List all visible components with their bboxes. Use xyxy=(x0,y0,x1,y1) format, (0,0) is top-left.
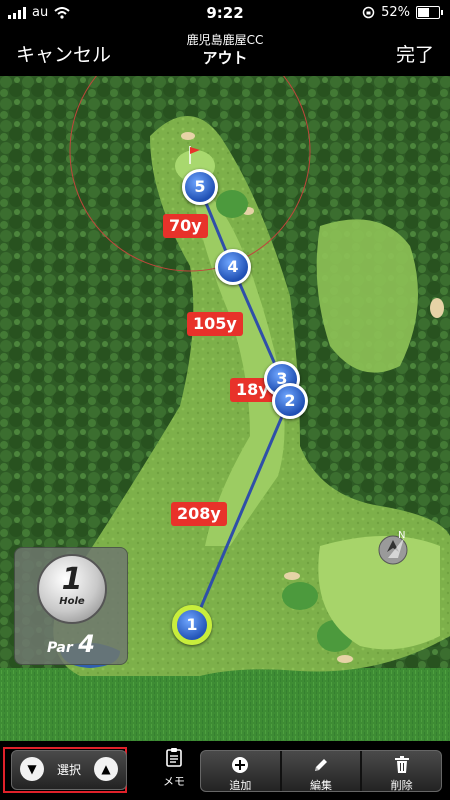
delete-button[interactable]: 削除 xyxy=(360,751,441,792)
add-label: 追加 xyxy=(229,779,252,792)
memo-label: メモ xyxy=(163,775,185,788)
add-button[interactable]: 追加 xyxy=(201,751,280,792)
edit-button-group: 追加 編集 削除 xyxy=(200,750,442,792)
battery-icon xyxy=(416,6,443,19)
pencil-icon xyxy=(315,759,327,771)
hole-map[interactable]: N 70y 105y 18y 208y 5 4 3 2 1 1 Hole Par… xyxy=(0,76,450,741)
edit-label: 編集 xyxy=(310,779,332,792)
clipboard-icon xyxy=(166,748,182,767)
status-bar: au 9:22 52% xyxy=(0,0,450,26)
nav-title: 鹿児島鹿屋CC アウト xyxy=(0,32,450,68)
compass-label: N xyxy=(398,530,405,541)
edit-button[interactable]: 編集 xyxy=(279,751,361,792)
select-label: 選択 xyxy=(56,763,81,777)
plus-circle-icon xyxy=(232,757,249,773)
shot-marker-2[interactable]: 2 xyxy=(272,383,308,419)
trash-icon xyxy=(394,756,409,773)
memo-button[interactable]: メモ xyxy=(154,747,194,789)
par-word: Par xyxy=(47,640,73,656)
shot-marker-5[interactable]: 5 xyxy=(182,169,218,205)
done-button[interactable]: 完了 xyxy=(396,40,434,67)
select-control[interactable]: ▼ 選択 ▲ xyxy=(11,750,127,790)
status-right: 52% xyxy=(362,5,443,20)
battery-percent: 52% xyxy=(381,5,410,20)
shot-marker-1-tee[interactable]: 1 xyxy=(172,605,212,645)
nav-bar: キャンセル 鹿児島鹿屋CC アウト 完了 xyxy=(0,26,450,76)
round-name: アウト xyxy=(202,49,248,67)
distance-label-shot1: 208y xyxy=(171,502,227,526)
hole-word: Hole xyxy=(59,596,85,607)
chevron-down-icon[interactable]: ▼ xyxy=(20,757,44,781)
chevron-up-icon[interactable]: ▲ xyxy=(94,757,118,781)
pin-flag-icon xyxy=(189,146,200,164)
course-name: 鹿児島鹿屋CC xyxy=(186,33,264,47)
par-line: Par 4 xyxy=(15,630,127,658)
hole-ball-icon: 1 Hole xyxy=(37,554,107,624)
rotation-lock-icon xyxy=(362,6,375,19)
bottom-toolbar: ▼ 選択 ▲ メモ 追加 編集 削除 xyxy=(0,741,450,800)
hole-number: 1 xyxy=(61,562,83,597)
shot-marker-4[interactable]: 4 xyxy=(215,249,251,285)
distance-label-shot5: 70y xyxy=(163,214,208,238)
distance-label-shot4: 105y xyxy=(187,312,243,336)
par-value: 4 xyxy=(78,630,95,658)
delete-label: 削除 xyxy=(390,779,413,792)
hole-badge: 1 Hole Par 4 xyxy=(14,547,128,665)
